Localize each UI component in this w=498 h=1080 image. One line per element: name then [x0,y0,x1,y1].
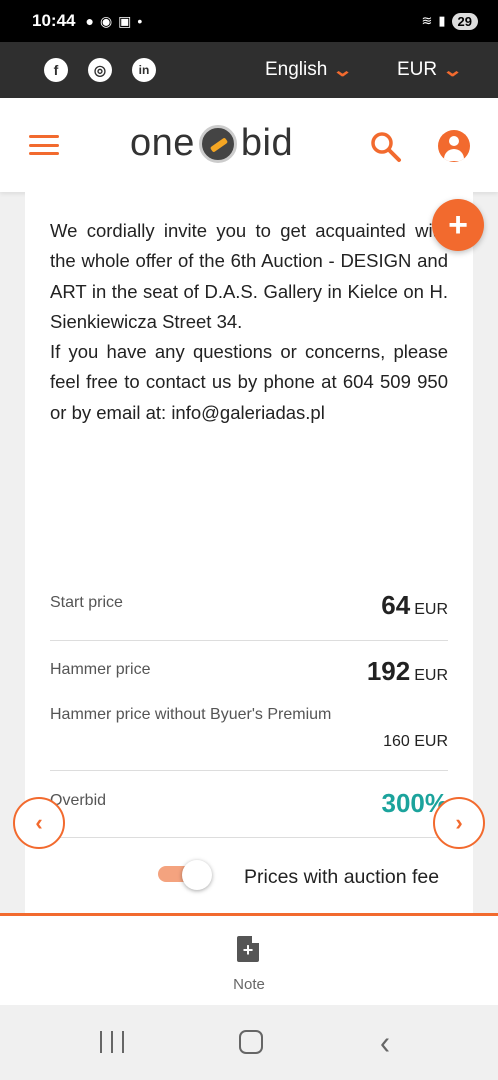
account-icon[interactable] [438,130,470,162]
status-time: 10:44 [32,11,76,30]
app-header: one bid [0,98,498,192]
description-paragraph: We cordially invite you to get acquainte… [50,220,448,332]
linkedin-icon[interactable]: in [132,58,156,82]
chevron-down-icon: ⌄ [442,59,464,80]
hammer-price-label: Hammer price [50,661,151,678]
hammer-no-premium-value: 160 EUR [383,733,448,750]
auction-details-card: We cordially invite you to get acquainte… [25,192,473,914]
currency-label: EUR [397,59,438,80]
auction-description: We cordially invite you to get acquainte… [50,216,448,428]
add-note-icon: + [237,936,259,962]
previous-lot-button[interactable]: ‹ [13,797,65,849]
system-navigation-bar: ‹ [0,1005,498,1080]
description-paragraph: If you have any questions or concerns, p… [50,341,448,423]
currency-selector[interactable]: EUR ⌄ [397,59,464,81]
search-icon[interactable] [370,131,402,163]
chevron-right-icon: › [455,810,463,835]
hammer-no-premium-label: Hammer price without Byuer's Premium [50,706,332,723]
divider [50,770,448,771]
start-price-value: 64 EUR [381,590,448,620]
chevron-left-icon: ‹ [35,810,43,835]
note-label: Note [233,976,265,993]
status-bar: 10:44 ● ◉ ▣ • ≋ ▮ 29 [0,0,498,42]
notification-icons: ● ◉ ▣ • [85,13,142,30]
system-icons: ≋ ▮ 29 [421,12,478,30]
bottom-action-bar: + Note [0,913,498,1005]
divider [50,837,448,838]
auction-fee-toggle[interactable] [158,860,212,890]
auction-fee-toggle-label: Prices with auction fee [244,866,440,888]
menu-icon[interactable] [29,135,59,155]
divider [50,640,448,641]
plus-icon: + [448,205,468,244]
language-label: English [265,59,328,80]
add-button[interactable]: + [432,199,484,251]
dot-icon: • [137,13,143,29]
chevron-down-icon: ⌄ [332,59,354,80]
back-icon[interactable]: ‹ [380,1025,390,1062]
gavel-logo-icon [198,124,237,163]
language-selector[interactable]: English ⌄ [265,59,354,81]
screenshot-icon: ▣ [118,12,132,29]
wifi-icon: ≋ [421,13,433,28]
signal-icon: ▮ [438,13,446,28]
facebook-icon[interactable]: f [44,58,68,82]
chat-icon: ● [85,13,94,29]
onebid-logo[interactable]: one bid [130,122,293,165]
recent-apps-icon[interactable] [100,1031,124,1053]
instagram-icon[interactable]: ◎ [88,58,112,82]
next-lot-button[interactable]: › [433,797,485,849]
notification-icon: ◉ [99,12,113,29]
start-price-label: Start price [50,594,123,611]
home-icon[interactable] [239,1030,263,1054]
hammer-price-value: 192 EUR [366,656,448,686]
battery-indicator: 29 [451,12,478,30]
top-bar: f ◎ in English ⌄ EUR ⌄ [0,42,498,98]
